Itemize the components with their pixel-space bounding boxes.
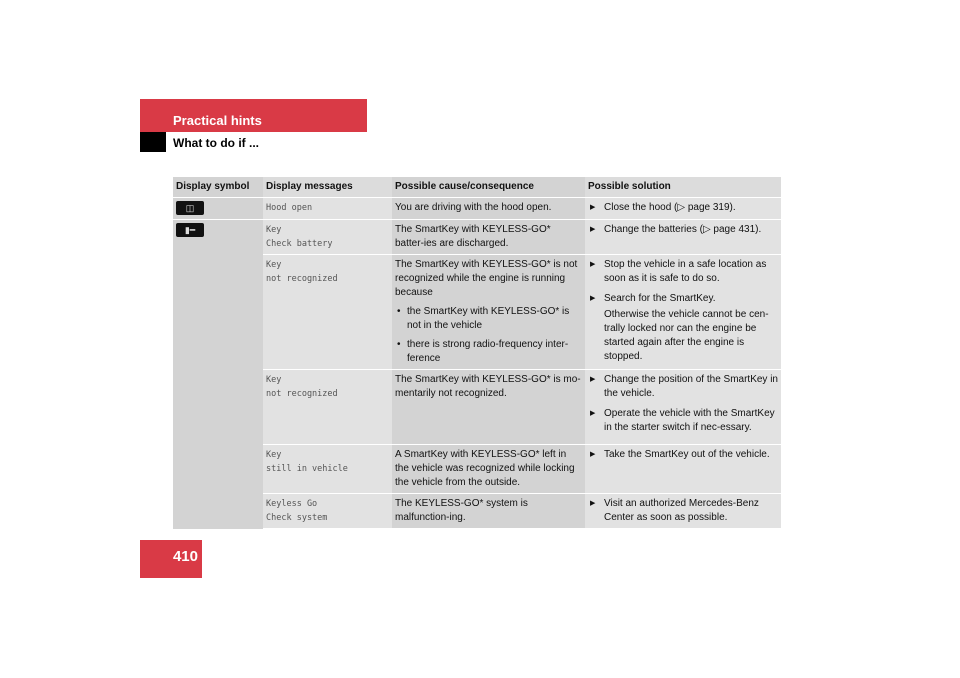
message: Hood open (263, 197, 392, 220)
solution: Close the hood (▷ page 319). (588, 201, 778, 215)
col-header: Possible solution (585, 177, 781, 198)
col-header: Display messages (263, 177, 392, 198)
solution-note: Otherwise the vehicle cannot be cen-tral… (604, 309, 769, 362)
solution: Change the batteries (▷ page 431). (588, 223, 778, 237)
cause: The KEYLESS-GO* system is malfunction-in… (392, 493, 585, 529)
table-row: Keyless Go Check system The KEYLESS-GO* s… (173, 493, 781, 529)
display-messages-table: Display symbol Display messages Possible… (173, 177, 781, 529)
table-row: ◫ Hood open You are driving with the hoo… (173, 197, 781, 220)
message: Check battery (266, 239, 333, 249)
cause: A SmartKey with KEYLESS-GO* left in the … (392, 444, 585, 494)
message: Key (266, 260, 282, 270)
section-title: Practical hints (173, 113, 262, 128)
cause: The SmartKey with KEYLESS-GO* is mo-ment… (392, 369, 585, 445)
message: Keyless Go (266, 499, 318, 509)
message: Key (266, 225, 282, 235)
marker-block (140, 132, 166, 152)
table-header: Display symbol Display messages Possible… (173, 177, 781, 198)
subsection-title: What to do if ... (173, 136, 259, 150)
hood-open-icon: ◫ (176, 201, 204, 215)
table-row: ▮━ Key Check battery The SmartKey with KE… (173, 219, 781, 529)
message: not recognized (266, 389, 338, 399)
message: Key (266, 450, 282, 460)
cause-bullet: the SmartKey with KEYLESS-GO* is not in … (395, 305, 582, 333)
solution: Take the SmartKey out of the vehicle. (588, 448, 778, 462)
message: still in vehicle (266, 464, 348, 474)
cause-bullet: there is strong radio-frequency inter-fe… (395, 338, 582, 366)
table-row: Key not recognized The SmartKey with KEYL… (173, 254, 781, 370)
solution: Search for the SmartKey. (588, 292, 778, 306)
cause: The SmartKey with KEYLESS-GO* is not rec… (395, 259, 578, 298)
solution: Visit an authorized Mercedes-Benz Center… (588, 497, 778, 525)
key-battery-icon: ▮━ (176, 223, 204, 237)
solution: Operate the vehicle with the SmartKey in… (588, 407, 778, 435)
message: not recognized (266, 274, 338, 284)
cause: You are driving with the hood open. (392, 197, 585, 220)
section-banner: Practical hints (140, 99, 367, 132)
solution: Change the position of the SmartKey in t… (588, 373, 778, 401)
cause: The SmartKey with KEYLESS-GO* batter-ies… (392, 219, 585, 255)
col-header: Display symbol (173, 177, 263, 198)
table-row: Key still in vehicle A SmartKey with KEYL… (173, 444, 781, 494)
col-header: Possible cause/consequence (392, 177, 585, 198)
solution: Stop the vehicle in a safe location as s… (588, 258, 778, 286)
message: Check system (266, 513, 328, 523)
page-number: 410 (140, 540, 202, 578)
table-row: Key not recognized The SmartKey with KEYL… (173, 369, 781, 445)
message: Key (266, 375, 282, 385)
